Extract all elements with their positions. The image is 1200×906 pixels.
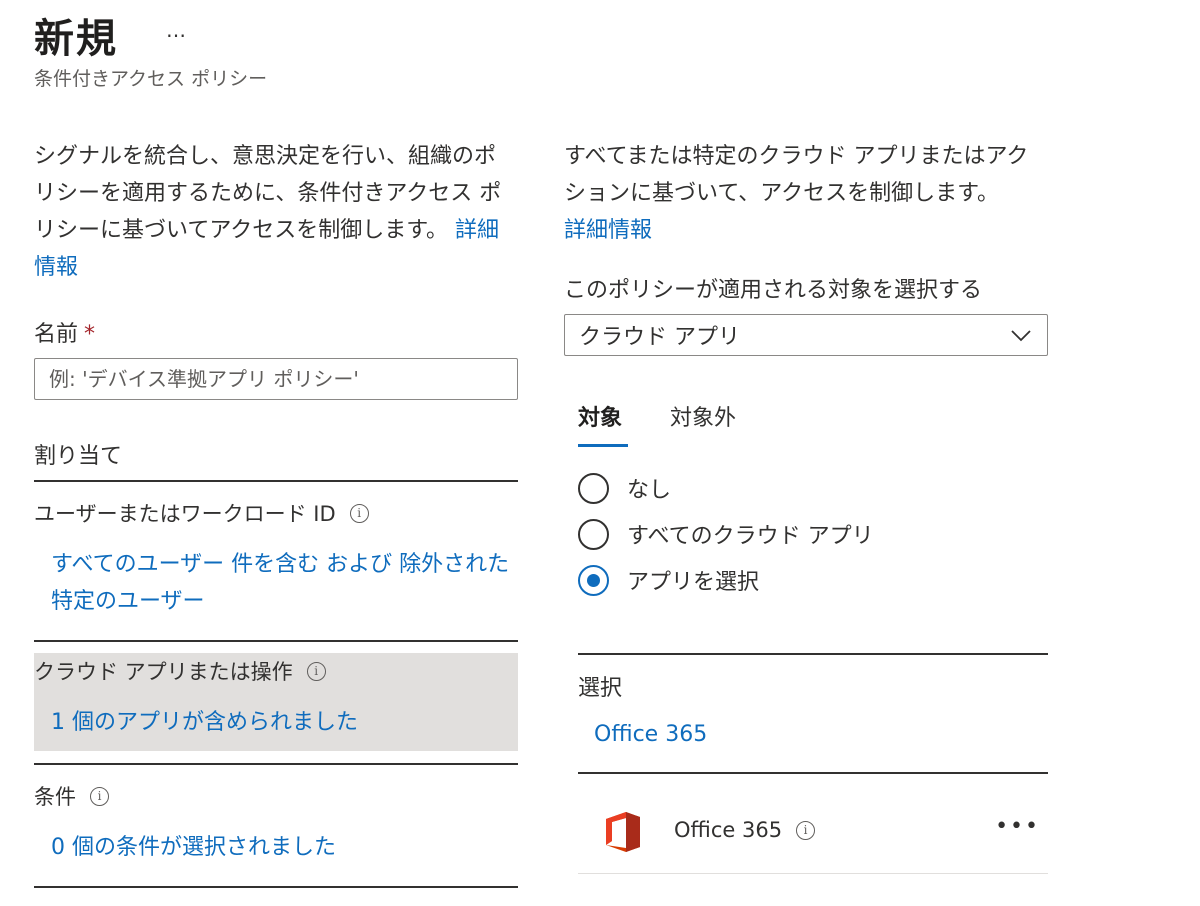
conditions-label: 条件 i bbox=[34, 781, 109, 811]
divider bbox=[34, 763, 518, 765]
apply-target-dropdown[interactable]: クラウド アプリ bbox=[564, 314, 1048, 356]
info-icon[interactable]: i bbox=[349, 503, 369, 523]
cloud-apps-label: クラウド アプリまたは操作 i bbox=[34, 656, 326, 686]
apply-target-label: このポリシーが適用される対象を選択する bbox=[564, 278, 983, 303]
name-label-text: 名前 bbox=[34, 322, 79, 347]
radio-none[interactable]: なし bbox=[578, 472, 671, 504]
page-title: 新規 bbox=[34, 16, 118, 62]
app-name: Office 365 i bbox=[674, 818, 816, 842]
conditions-link[interactable]: 0 個の条件が選択されました bbox=[51, 829, 336, 866]
policy-description: シグナルを統合し、意思決定を行い、組織のポリシーを適用するために、条件付きアクセ… bbox=[34, 138, 514, 286]
dropdown-value: クラウド アプリ bbox=[579, 325, 740, 350]
app-name-text: Office 365 bbox=[674, 818, 783, 842]
policy-name-input[interactable] bbox=[34, 358, 518, 400]
tab-exclude[interactable]: 対象外 bbox=[670, 400, 736, 432]
chevron-down-icon bbox=[1009, 323, 1033, 353]
office-365-logo bbox=[604, 810, 642, 858]
required-asterisk: * bbox=[84, 322, 96, 347]
info-icon[interactable]: i bbox=[796, 820, 816, 840]
radio-button-checked[interactable] bbox=[578, 564, 609, 596]
select-heading: 選択 bbox=[578, 676, 623, 701]
radio-button[interactable] bbox=[578, 518, 609, 550]
active-tab-indicator bbox=[578, 444, 628, 447]
selected-apps-link[interactable]: Office 365 bbox=[594, 722, 707, 747]
info-icon[interactable]: i bbox=[306, 661, 326, 681]
users-label-text: ユーザーまたはワークロード ID bbox=[34, 502, 336, 526]
policy-description-text: シグナルを統合し、意思決定を行い、組織のポリシーを適用するために、条件付きアクセ… bbox=[34, 144, 502, 243]
selected-app-row[interactable]: Office 365 i ••• bbox=[578, 790, 1048, 874]
title-more-button[interactable]: … bbox=[166, 18, 187, 42]
divider bbox=[578, 772, 1048, 774]
name-label: 名前 * bbox=[34, 316, 95, 348]
radio-button[interactable] bbox=[578, 472, 609, 504]
tab-include[interactable]: 対象 bbox=[578, 400, 622, 432]
divider bbox=[578, 653, 1048, 655]
assignments-heading: 割り当て bbox=[34, 444, 123, 469]
conditions-label-text: 条件 bbox=[34, 785, 76, 809]
learn-more-link[interactable]: 詳細情報 bbox=[564, 218, 652, 243]
divider bbox=[34, 886, 518, 888]
divider bbox=[34, 480, 518, 482]
cloud-apps-description: すべてまたは特定のクラウド アプリまたはアクションに基づいて、アクセスを制御しま… bbox=[564, 138, 1048, 249]
cloud-apps-label-text: クラウド アプリまたは操作 bbox=[34, 660, 293, 684]
radio-label: すべてのクラウド アプリ bbox=[627, 524, 874, 549]
info-icon[interactable]: i bbox=[90, 786, 109, 806]
radio-label: なし bbox=[627, 478, 672, 503]
cloud-apps-description-text: すべてまたは特定のクラウド アプリまたはアクションに基づいて、アクセスを制御しま… bbox=[564, 144, 1029, 206]
cloud-apps-link[interactable]: 1 個のアプリが含められました bbox=[51, 704, 358, 741]
users-assignment-link[interactable]: すべてのユーザー 件を含む および 除外された特定のユーザー bbox=[51, 546, 521, 620]
more-icon[interactable]: ••• bbox=[995, 814, 1040, 839]
page-subtitle: 条件付きアクセス ポリシー bbox=[34, 68, 268, 90]
radio-all-cloud-apps[interactable]: すべてのクラウド アプリ bbox=[578, 518, 874, 550]
radio-select-apps[interactable]: アプリを選択 bbox=[578, 564, 759, 596]
radio-label: アプリを選択 bbox=[627, 570, 760, 595]
users-label: ユーザーまたはワークロード ID i bbox=[34, 498, 369, 528]
divider bbox=[34, 640, 518, 642]
